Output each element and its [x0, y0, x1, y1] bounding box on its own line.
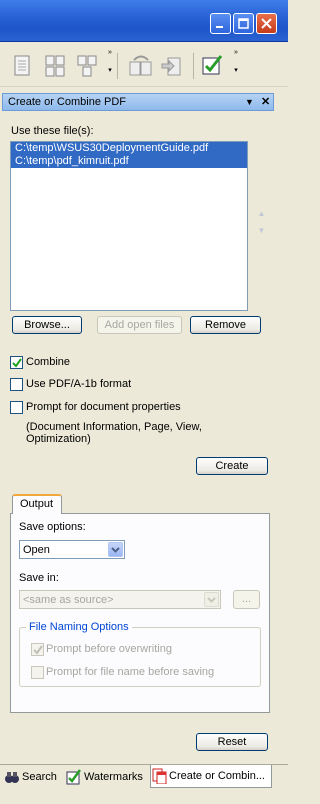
prompt-properties-label: Prompt for document properties — [26, 401, 181, 413]
maximize-icon — [238, 18, 249, 29]
minimize-button[interactable] — [210, 13, 231, 34]
tab-create-combine[interactable]: Create or Combin... — [150, 765, 272, 788]
bottom-tab-bar: Search Watermarks Create or Combin... — [0, 764, 288, 788]
save-in-browse-button[interactable]: ... — [233, 590, 260, 609]
pdfa-label: Use PDF/A-1b format — [26, 378, 132, 390]
prompt-properties-checkbox[interactable] — [10, 401, 23, 414]
panel-menu-dropdown[interactable]: ▼ — [245, 97, 254, 107]
move-up-icon[interactable]: ▲ — [255, 207, 268, 221]
combine-label: Combine — [26, 356, 71, 368]
prompt-overwrite-label: Prompt before overwriting — [46, 643, 172, 655]
list-item[interactable]: C:\temp\WSUS30DeploymentGuide.pdf — [11, 142, 247, 155]
chevron-down-icon — [204, 592, 219, 607]
save-in-value: <same as source> — [23, 594, 114, 606]
tab-watermarks[interactable]: Watermarks — [66, 765, 143, 788]
checkmark-icon — [12, 358, 22, 368]
save-options-select[interactable]: Open — [19, 540, 125, 559]
tab-search-label: Search — [22, 770, 57, 783]
pdfa-checkbox[interactable] — [10, 378, 23, 391]
browse-button[interactable]: Browse... — [12, 316, 82, 334]
close-icon — [261, 18, 272, 29]
task-pane-header: Create or Combine PDF ▼ ✕ — [2, 93, 274, 111]
toolbar-separator — [117, 53, 118, 79]
checkbox-tool-icon — [66, 768, 82, 784]
save-in-select[interactable]: <same as source> — [19, 590, 221, 609]
prompt-filename-label: Prompt for file name before saving — [46, 666, 215, 678]
overflow-chevron-icon[interactable]: » ▾ — [106, 49, 114, 80]
layout-single-icon[interactable] — [12, 54, 34, 78]
tab-create-combine-label: Create or Combin... — [169, 770, 265, 782]
save-options-value: Open — [23, 544, 50, 556]
prompt-overwrite-checkbox[interactable] — [31, 643, 44, 656]
properties-note: (Document Information, Page, View, — [26, 421, 202, 433]
properties-note: Optimization) — [26, 433, 91, 445]
toolbar: » ▾ » ▾ — [0, 43, 288, 87]
layout-split-icon[interactable] — [76, 54, 98, 78]
file-list[interactable]: C:\temp\WSUS30DeploymentGuide.pdf C:\tem… — [10, 141, 248, 311]
maximize-button[interactable] — [233, 13, 254, 34]
minimize-icon — [216, 26, 223, 28]
toolbar-separator — [193, 53, 194, 79]
save-in-label: Save in: — [19, 572, 59, 584]
remove-button[interactable]: Remove — [190, 316, 261, 334]
window-titlebar — [0, 0, 288, 42]
save-options-label: Save options: — [19, 521, 86, 533]
binoculars-icon — [5, 771, 19, 783]
prompt-filename-checkbox[interactable] — [31, 666, 44, 679]
checkbox-tool-icon[interactable] — [201, 54, 223, 78]
file-naming-title: File Naming Options — [26, 621, 132, 633]
tab-output[interactable]: Output — [12, 494, 62, 514]
files-label: Use these file(s): — [11, 125, 94, 137]
panel-close-button[interactable]: ✕ — [261, 95, 270, 108]
combine-pdf-icon[interactable] — [128, 54, 152, 78]
reset-button[interactable]: Reset — [196, 733, 268, 751]
layout-grid-icon[interactable] — [44, 54, 66, 78]
panel-title: Create or Combine PDF — [8, 96, 126, 108]
pdf-file-icon — [152, 768, 167, 784]
import-pdf-icon[interactable] — [160, 54, 182, 78]
tab-output-label: Output — [20, 498, 54, 510]
add-open-files-button[interactable]: Add open files — [97, 316, 182, 334]
move-down-icon[interactable]: ▼ — [255, 224, 268, 238]
close-window-button[interactable] — [256, 13, 277, 34]
overflow-chevron-icon[interactable]: » ▾ — [232, 49, 240, 80]
combine-checkbox[interactable] — [10, 356, 23, 369]
checkmark-icon — [33, 645, 43, 655]
tab-watermarks-label: Watermarks — [84, 770, 143, 783]
file-naming-group — [19, 627, 261, 687]
tab-search[interactable]: Search — [4, 765, 57, 788]
chevron-down-icon — [108, 542, 123, 557]
create-button[interactable]: Create — [196, 457, 268, 475]
list-item[interactable]: C:\temp\pdf_kimruit.pdf — [11, 155, 247, 168]
